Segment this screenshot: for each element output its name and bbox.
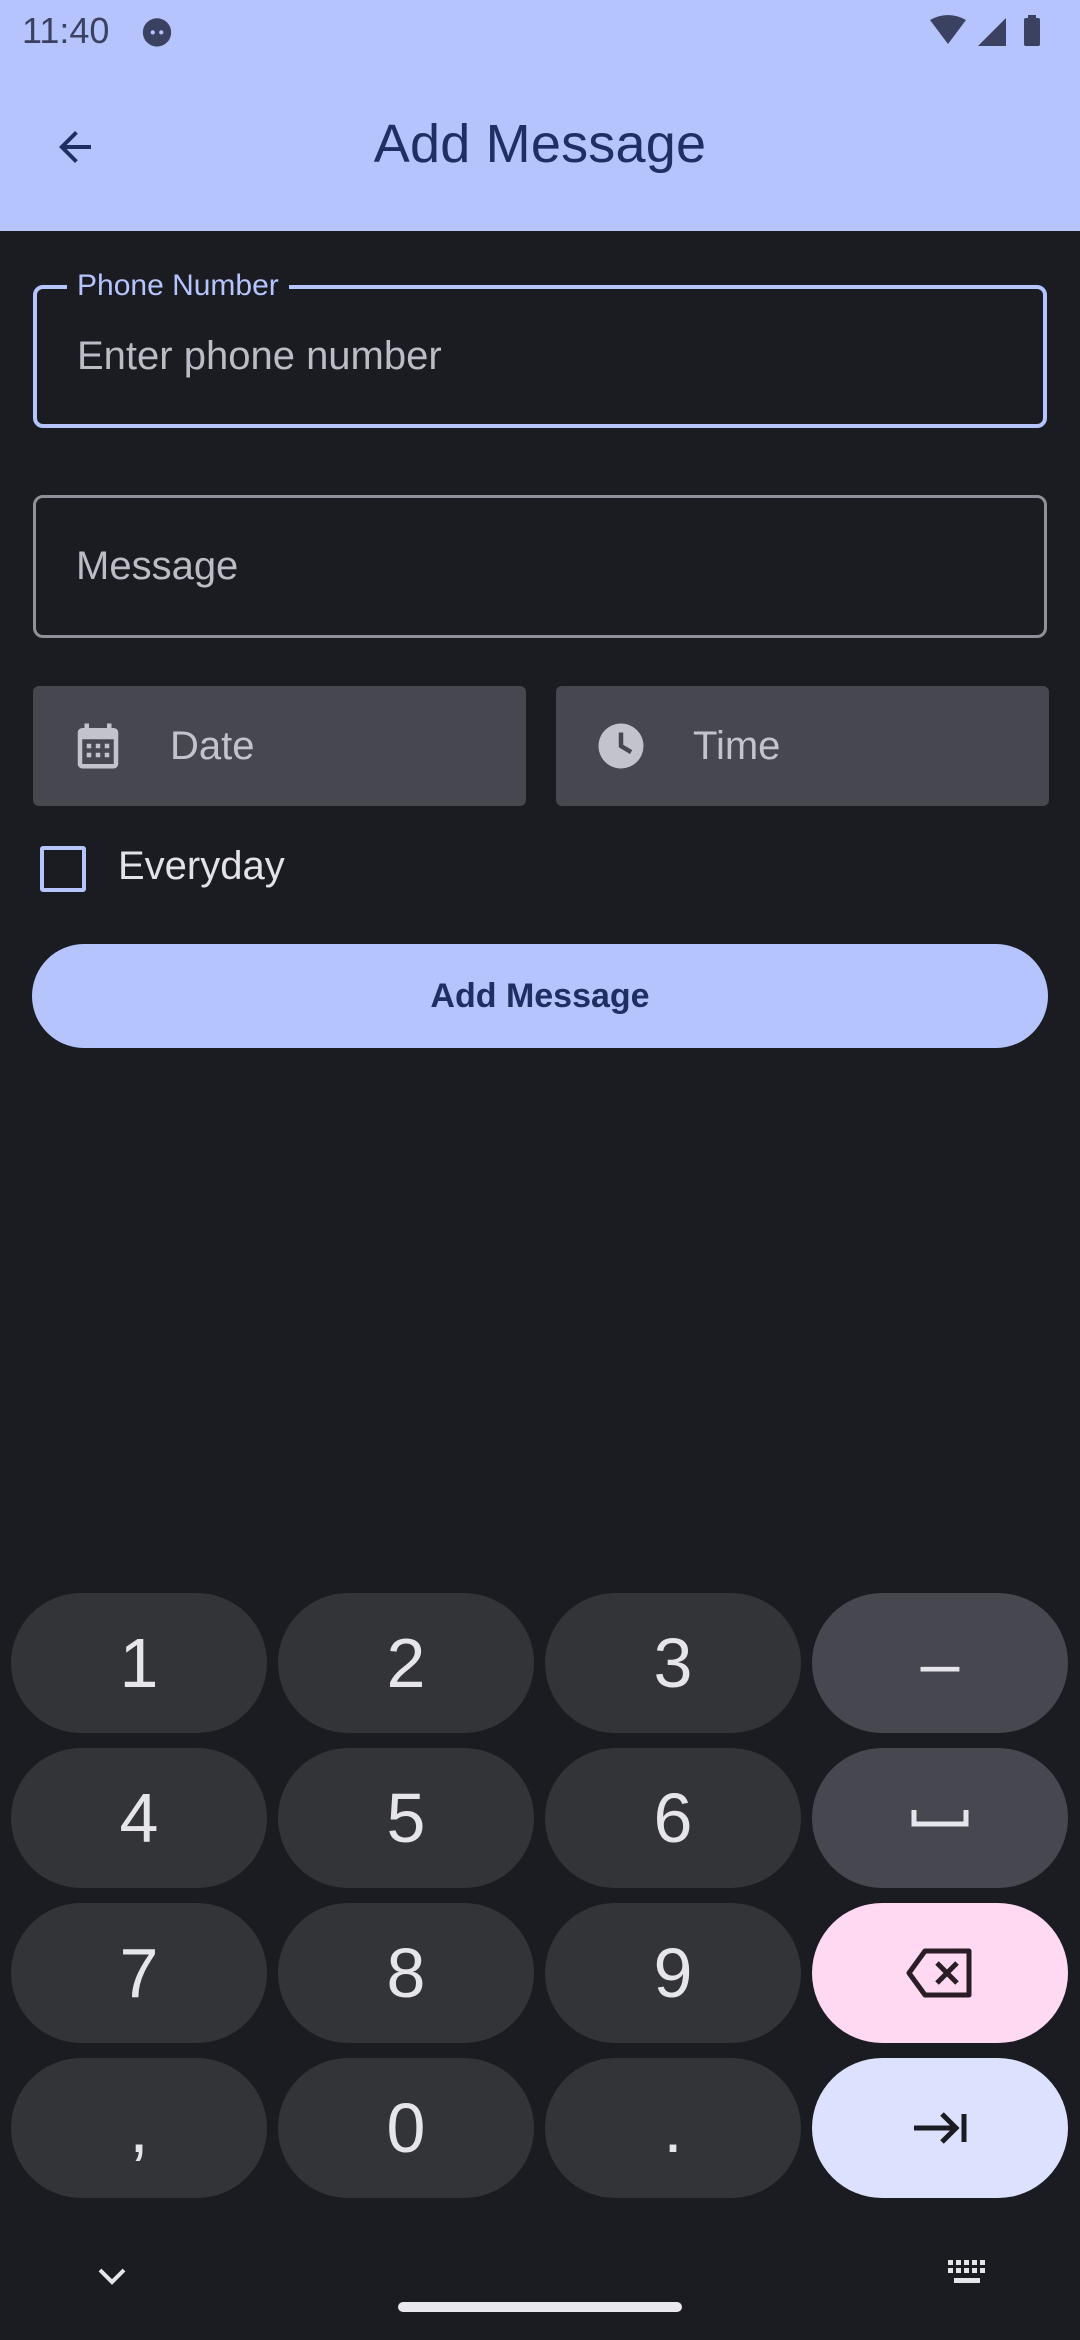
everyday-checkbox[interactable] [40,846,86,892]
wifi-icon [930,15,966,44]
key-dash[interactable]: – [812,1593,1068,1733]
top-app-bar: 11:40 Add Message [0,0,1080,231]
status-time: 11:40 [22,10,110,51]
key-7[interactable]: 7 [11,1903,267,2043]
everyday-option[interactable]: Everyday [38,838,438,898]
space-icon [911,1810,969,1827]
calendar-icon [77,723,119,769]
key-comma[interactable]: , [11,2058,267,2198]
keyboard-icon[interactable] [946,2258,990,2288]
key-period[interactable]: . [545,2058,801,2198]
key-3[interactable]: 3 [545,1593,801,1733]
cat-notification-icon [142,18,172,47]
message-field[interactable] [33,495,1047,638]
battery-icon [1024,18,1040,46]
key-space[interactable] [812,1748,1068,1888]
date-picker-button[interactable]: Date [33,686,526,806]
clock-icon [598,723,644,769]
key-next[interactable] [812,2058,1068,2198]
everyday-label: Everyday [118,844,285,888]
key-2[interactable]: 2 [278,1593,534,1733]
tab-next-icon [914,2112,967,2144]
key-0[interactable]: 0 [278,2058,534,2198]
phone-number-field[interactable]: Phone Number [33,267,1047,428]
key-6[interactable]: 6 [545,1748,801,1888]
time-label: Time [693,724,781,768]
key-9[interactable]: 9 [545,1903,801,2043]
message-input[interactable] [76,498,1014,635]
date-label: Date [170,724,255,768]
add-message-button[interactable]: Add Message [32,944,1048,1048]
key-1[interactable]: 1 [11,1593,267,1733]
phone-number-input[interactable] [77,289,1013,424]
key-5[interactable]: 5 [278,1748,534,1888]
time-picker-button[interactable]: Time [556,686,1049,806]
chevron-down-icon[interactable] [90,2260,134,2290]
key-backspace[interactable] [812,1903,1068,2043]
signal-icon [978,18,1006,46]
key-4[interactable]: 4 [11,1748,267,1888]
key-8[interactable]: 8 [278,1903,534,2043]
page-title: Add Message [373,114,707,174]
status-icons [930,15,1040,46]
navigation-handle[interactable] [398,2302,682,2312]
numeric-keyboard: 1 2 3 – 4 5 6 7 8 9 , 0 . [0,1580,1080,2340]
backspace-icon [906,1948,972,1998]
